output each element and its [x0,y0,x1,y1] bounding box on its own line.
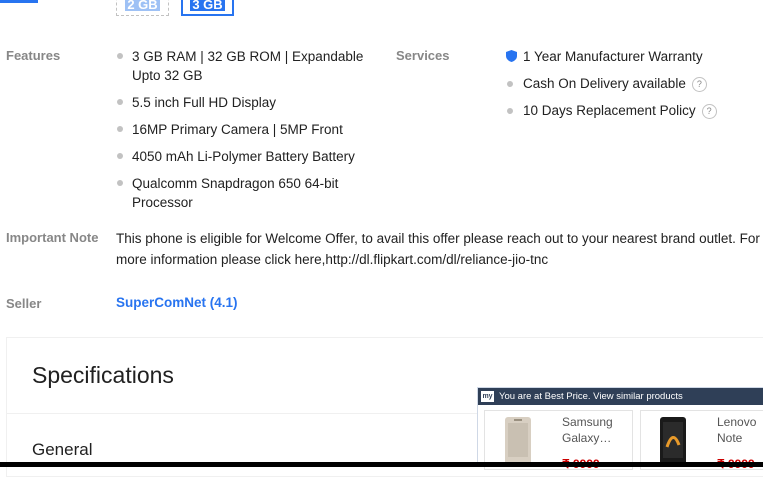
bullet-icon [117,99,123,105]
feature-item: Qualcomm Snapdragon 650 64-bit Processor [116,174,376,212]
image-thumbnail-edge[interactable] [0,0,38,3]
bullet-icon [117,153,123,159]
similar-product-card[interactable]: Lenovo Note ₹ 9999 [640,410,763,471]
bottom-edge-bar [0,462,763,467]
features-label: Features [6,48,61,63]
bullet-icon [507,108,513,114]
product-name: Samsung [562,415,613,429]
feature-item: 3 GB RAM | 32 GB ROM | Expandable Upto 32… [116,47,376,85]
service-text: 10 Days Replacement Policy [523,103,696,118]
help-icon[interactable]: ? [701,103,717,119]
phone-thumbnail-icon [505,417,531,465]
product-name: Galaxy… [562,431,612,445]
important-note-label: Important Note [6,230,99,245]
storage-option-label: 2 GB [125,0,160,11]
feature-text: 3 GB RAM | 32 GB ROM | Expandable [132,49,364,64]
feature-text: Upto 32 GB [132,68,203,83]
seller-label: Seller [6,296,42,311]
similar-product-card[interactable]: Samsung Galaxy… ₹ 9999 [484,410,633,471]
product-name: Lenovo [717,415,757,429]
features-list: 3 GB RAM | 32 GB ROM | Expandable Upto 32… [116,47,376,220]
service-text: 1 Year Manufacturer Warranty [523,49,703,64]
service-replacement: 10 Days Replacement Policy? [507,101,717,120]
popup-banner-text: You are at Best Price. View similar prod… [499,391,683,402]
feature-text: 4050 mAh Li-Polymer Battery Battery [132,149,355,164]
bullet-icon [507,81,513,87]
important-note-line2[interactable]: more information please click here,http:… [116,249,548,270]
storage-option-label: 3 GB [190,0,225,11]
feature-item: 5.5 inch Full HD Display [116,93,376,112]
service-text: Cash On Delivery available [523,76,686,91]
service-cod: Cash On Delivery available? [507,74,707,93]
bullet-icon [117,126,123,132]
bullet-icon [117,180,123,186]
feature-text: 16MP Primary Camera | 5MP Front [132,122,343,137]
service-warranty: 1 Year Manufacturer Warranty [506,47,703,66]
seller-name-link[interactable]: SuperComNet (4.1) [116,295,238,310]
important-note-line1: This phone is eligible for Welcome Offer… [116,231,760,246]
product-name: Note [717,431,743,445]
popup-banner[interactable]: my You are at Best Price. View similar p… [478,388,763,405]
phone-thumbnail-icon [660,417,686,465]
my-logo-icon: my [481,391,494,402]
shield-icon [506,50,517,62]
storage-option-2gb[interactable]: 2 GB [116,0,169,16]
bullet-icon [117,53,123,59]
feature-text: Processor [132,195,193,210]
specifications-title: Specifications [32,362,174,388]
feature-item: 4050 mAh Li-Polymer Battery Battery [116,147,376,166]
help-icon[interactable]: ? [691,76,707,92]
feature-item: 16MP Primary Camera | 5MP Front [116,120,376,139]
storage-option-3gb[interactable]: 3 GB [181,0,234,16]
feature-text: 5.5 inch Full HD Display [132,95,277,110]
services-label: Services [396,48,450,63]
feature-text: Qualcomm Snapdragon 650 64-bit [132,176,339,191]
best-price-popup[interactable]: my You are at Best Price. View similar p… [477,387,763,471]
spec-section-general[interactable]: General [32,440,92,460]
